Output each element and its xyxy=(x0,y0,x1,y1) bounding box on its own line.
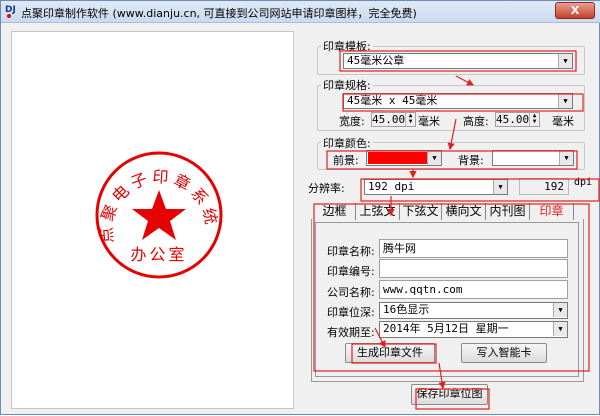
resolution-label: 分辨率: xyxy=(308,182,345,195)
stamp-number-input[interactable] xyxy=(379,259,568,278)
expiry-label: 有效期至: xyxy=(327,326,375,339)
chevron-down-icon: ▼ xyxy=(427,151,441,165)
annotation-arrow xyxy=(455,75,475,86)
number-label: 印章编号: xyxy=(327,265,375,278)
height-label: 高度: xyxy=(463,115,489,128)
fg-label: 前景: xyxy=(333,154,359,167)
dpi-unit: dpi xyxy=(574,177,593,188)
generate-stamp-file-button[interactable]: 生成印章文件 xyxy=(345,343,435,363)
tab-inner-image[interactable]: 内刊图 xyxy=(486,203,530,220)
stamp-preview: 点聚电子印章系统 办公室 xyxy=(11,31,294,409)
window-title: 点聚印章制作软件 (www.dianju.cn, 可直接到公司网站申请印章图样，… xyxy=(21,7,417,20)
spec-label: 印章规格: xyxy=(321,77,373,93)
app-window: DJ 点聚印章制作软件 (www.dianju.cn, 可直接到公司网站申请印章… xyxy=(0,0,600,415)
stamp-image: 点聚电子印章系统 办公室 xyxy=(95,151,223,279)
stamp-name-input[interactable]: 腾牛网 xyxy=(379,239,568,258)
tab-border[interactable]: 边框 xyxy=(314,203,356,220)
close-button[interactable]: X xyxy=(555,2,595,19)
app-logo-icon: DJ xyxy=(5,5,16,18)
fg-color-select[interactable]: ▼ xyxy=(366,150,442,166)
tab-lower-arc-text[interactable]: 下弦文 xyxy=(400,203,442,220)
color-label: 印章颜色: xyxy=(321,135,373,151)
stamp-center-text: 办公室 xyxy=(130,245,187,264)
expiry-date-picker[interactable]: 2014年 5月12日 星期一 ▼ xyxy=(379,321,568,338)
color-depth-select[interactable]: 16色显示 ▼ xyxy=(379,302,568,319)
company-name-input[interactable]: www.qqtn.com xyxy=(379,280,568,299)
width-spinner[interactable]: 45.00 ▲ ▼ xyxy=(371,112,416,127)
height-spinner[interactable]: 45.00 ▲ ▼ xyxy=(495,112,540,127)
template-label: 印章模板: xyxy=(321,38,373,54)
width-label: 宽度: xyxy=(339,115,365,128)
chevron-down-icon: ▼ xyxy=(553,303,567,317)
width-unit: 毫米 xyxy=(418,115,440,128)
write-smart-card-button[interactable]: 写入智能卡 xyxy=(461,343,547,363)
tab-upper-arc-text[interactable]: 上弦文 xyxy=(356,203,400,220)
height-unit: 毫米 xyxy=(552,115,574,128)
chevron-down-icon: ▼ xyxy=(558,54,572,68)
chevron-down-icon: ▼ xyxy=(493,180,507,194)
template-select[interactable]: 45毫米公章 ▼ xyxy=(343,53,573,69)
tab-stamp[interactable]: 印章 xyxy=(530,203,574,220)
chevron-down-icon: ▼ xyxy=(553,322,567,336)
star-icon xyxy=(132,190,186,240)
bg-color-select[interactable]: ▼ xyxy=(492,150,574,166)
tab-horizontal-text[interactable]: 横向文 xyxy=(442,203,486,220)
dpi-value: 192 xyxy=(519,178,569,195)
spec-select[interactable]: 45毫米 x 45毫米 ▼ xyxy=(343,93,573,109)
title-bar: DJ 点聚印章制作软件 (www.dianju.cn, 可直接到公司网站申请印章… xyxy=(1,1,600,23)
save-stamp-bitmap-button[interactable]: 保存印章位图 xyxy=(411,384,488,405)
chevron-down-icon: ▼ xyxy=(559,151,573,165)
company-label: 公司名称: xyxy=(327,286,375,299)
depth-label: 印章位深: xyxy=(327,306,375,319)
bg-label: 背景: xyxy=(458,154,484,167)
name-label: 印章名称: xyxy=(327,245,375,258)
resolution-select[interactable]: 192 dpi ▼ xyxy=(364,179,508,195)
chevron-down-icon: ▼ xyxy=(558,94,572,108)
